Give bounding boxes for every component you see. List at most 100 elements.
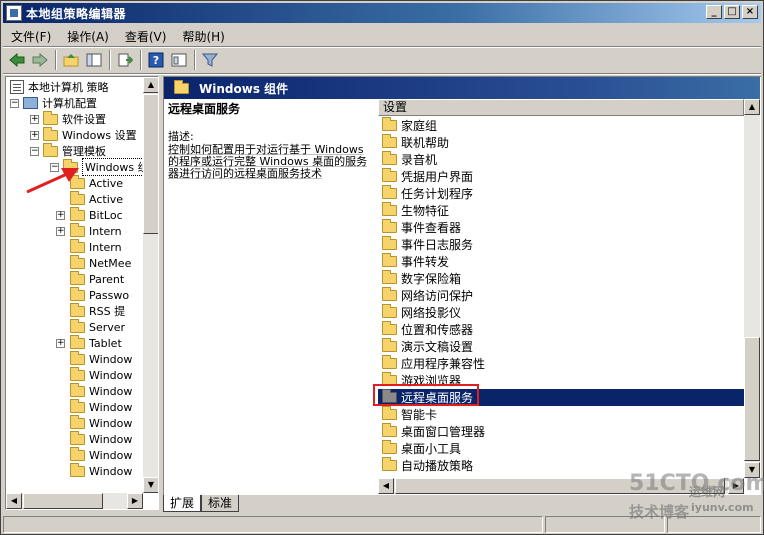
tree-node-component[interactable]: + Intern (56, 222, 122, 239)
expand-toggle[interactable]: + (30, 130, 39, 140)
folder-icon (382, 423, 397, 437)
collapse-toggle[interactable]: − (30, 146, 39, 156)
list-item[interactable]: 网络投影仪 (378, 304, 744, 321)
back-arrow-icon[interactable] (7, 50, 27, 70)
scroll-thumb[interactable] (143, 94, 158, 234)
tree-node-component[interactable]: Window (70, 350, 133, 367)
toolbar-divider (3, 73, 761, 75)
up-folder-icon[interactable] (61, 50, 81, 70)
list-item[interactable]: 演示文稿设置 (378, 338, 744, 355)
expand-toggle[interactable]: + (30, 114, 39, 124)
tree-label-component: Window (89, 432, 133, 446)
list-item-label: 应用程序兼容性 (401, 357, 486, 371)
forward-arrow-icon[interactable] (30, 50, 50, 70)
tree-node-component[interactable]: Window (70, 462, 132, 479)
folder-icon (70, 414, 85, 429)
tree-node-component[interactable]: + BitLoc (56, 206, 123, 223)
properties-icon[interactable] (169, 50, 189, 70)
tree-node-component[interactable]: Window (70, 446, 133, 463)
menu-view[interactable]: 查看(V) (117, 28, 175, 45)
tree-horizontal-scrollbar[interactable]: ◀ ▶ (6, 493, 143, 509)
scroll-left-button[interactable]: ◀ (6, 493, 22, 509)
list-item-label: 演示文稿设置 (401, 340, 474, 354)
list-item[interactable]: 位置和传感器 (378, 321, 744, 338)
scroll-thumb[interactable] (23, 493, 103, 509)
folder-icon (382, 321, 397, 335)
tree-node-component[interactable]: Window (70, 414, 133, 431)
tree-label-component: Window (89, 448, 133, 462)
tree-label-root: 本地计算机 策略 (28, 81, 109, 94)
list-item[interactable]: 录音机 (378, 151, 744, 168)
list-item[interactable]: 智能卡 (378, 406, 744, 423)
scroll-up-button[interactable]: ▲ (143, 77, 158, 93)
tree-node-component[interactable]: Window (70, 366, 132, 383)
minimize-button[interactable]: _ (706, 5, 722, 19)
menu-help[interactable]: 帮助(H) (174, 28, 232, 45)
tree-label-component: Active (89, 176, 124, 190)
tree-node-admin-templates[interactable]: − 管理模板 (30, 142, 106, 159)
expand-toggle[interactable]: + (56, 210, 65, 220)
list-item[interactable]: 网络访问保护 (378, 287, 744, 304)
scroll-down-button[interactable]: ▼ (143, 477, 158, 493)
filter-icon[interactable] (200, 50, 220, 70)
menu-action[interactable]: 操作(A) (59, 28, 117, 45)
title-bar[interactable]: 本地组策略编辑器 _ □ × (3, 3, 761, 23)
scroll-up-button[interactable]: ▲ (744, 99, 760, 115)
collapse-toggle[interactable]: − (10, 98, 19, 108)
scroll-left-button[interactable]: ◀ (378, 478, 394, 494)
settings-list[interactable]: 设置 家庭组 联机帮助 录音机 凭据用户界面 任务计划程序 生物特征事件查看器 事件日志服务… (378, 99, 760, 495)
list-item[interactable]: 任务计划程序 (378, 185, 744, 202)
scroll-thumb[interactable] (744, 337, 760, 461)
scroll-right-button[interactable]: ▶ (127, 493, 143, 509)
list-item[interactable]: 凭据用户界面 (378, 168, 744, 185)
window-controls: _ □ × (706, 5, 758, 19)
tab-standard[interactable]: 标准 (201, 495, 240, 512)
list-item[interactable]: 事件转发 (378, 253, 744, 270)
list-item-label: 事件查看器 (401, 221, 462, 235)
tree-pane[interactable]: 本地计算机 策略 − 计算机配置 + 软件设置 + Windows 设置 − 管… (5, 76, 159, 510)
tree-vertical-scrollbar[interactable]: ▲ ▼ (143, 77, 158, 493)
tree-node-computer-config[interactable]: − 计算机配置 (10, 95, 97, 111)
show-hide-tree-icon[interactable] (84, 50, 104, 70)
tree-node-component[interactable]: RSS 提 (70, 302, 125, 319)
list-vertical-scrollbar[interactable]: ▲ ▼ (744, 99, 760, 478)
expand-toggle[interactable]: + (56, 338, 65, 348)
view-tabs: 扩展 标准 (163, 495, 240, 513)
export-list-icon[interactable] (115, 50, 135, 70)
tree-node-component[interactable]: Parent (70, 270, 124, 287)
tree-node-component[interactable]: + Tablet (56, 334, 122, 351)
list-item[interactable]: 桌面窗口管理器 (378, 423, 744, 440)
list-item[interactable]: 应用程序兼容性 (378, 355, 744, 372)
maximize-button[interactable]: □ (724, 5, 740, 19)
tree-node-component[interactable]: Window (70, 430, 133, 447)
tree-node-component[interactable]: Server (70, 318, 125, 335)
column-header-settings[interactable]: 设置 (378, 99, 744, 116)
list-item-label: 家庭组 (401, 119, 438, 133)
tree-node-component[interactable]: NetMee (70, 254, 131, 271)
tree-node-root[interactable]: 本地计算机 策略 (10, 79, 109, 95)
list-item-label: 数字保险箱 (401, 272, 462, 286)
annotation-highlight-box (373, 384, 479, 406)
tree-node-component[interactable]: Window (70, 398, 132, 415)
list-item[interactable]: 桌面小工具 (378, 440, 744, 457)
list-item-label: 智能卡 (401, 408, 438, 422)
menu-file[interactable]: 文件(F) (3, 28, 59, 45)
expand-toggle[interactable]: + (56, 226, 65, 236)
list-item[interactable]: 家庭组 (378, 117, 744, 134)
tree-node-windows-settings[interactable]: + Windows 设置 (30, 126, 137, 143)
close-button[interactable]: × (742, 5, 758, 19)
tree-node-component[interactable]: Passwo (70, 286, 129, 303)
tab-extended[interactable]: 扩展 (163, 495, 202, 512)
list-item[interactable]: 事件日志服务 (378, 236, 744, 253)
list-item[interactable]: 联机帮助 (378, 134, 744, 151)
help-icon[interactable]: ? (146, 50, 166, 70)
tree-node-software-settings[interactable]: + 软件设置 (30, 110, 106, 127)
list-item[interactable]: 事件查看器 (378, 219, 744, 236)
tree-label-component: Window (89, 352, 133, 366)
tree-label-component: Window (89, 416, 133, 430)
list-item[interactable]: 生物特征 (378, 202, 744, 219)
tree-node-component[interactable]: Window (70, 382, 132, 399)
list-item[interactable]: 数字保险箱 (378, 270, 744, 287)
tree-label-component: Active (89, 192, 124, 206)
tree-node-component[interactable]: Intern (70, 238, 122, 255)
